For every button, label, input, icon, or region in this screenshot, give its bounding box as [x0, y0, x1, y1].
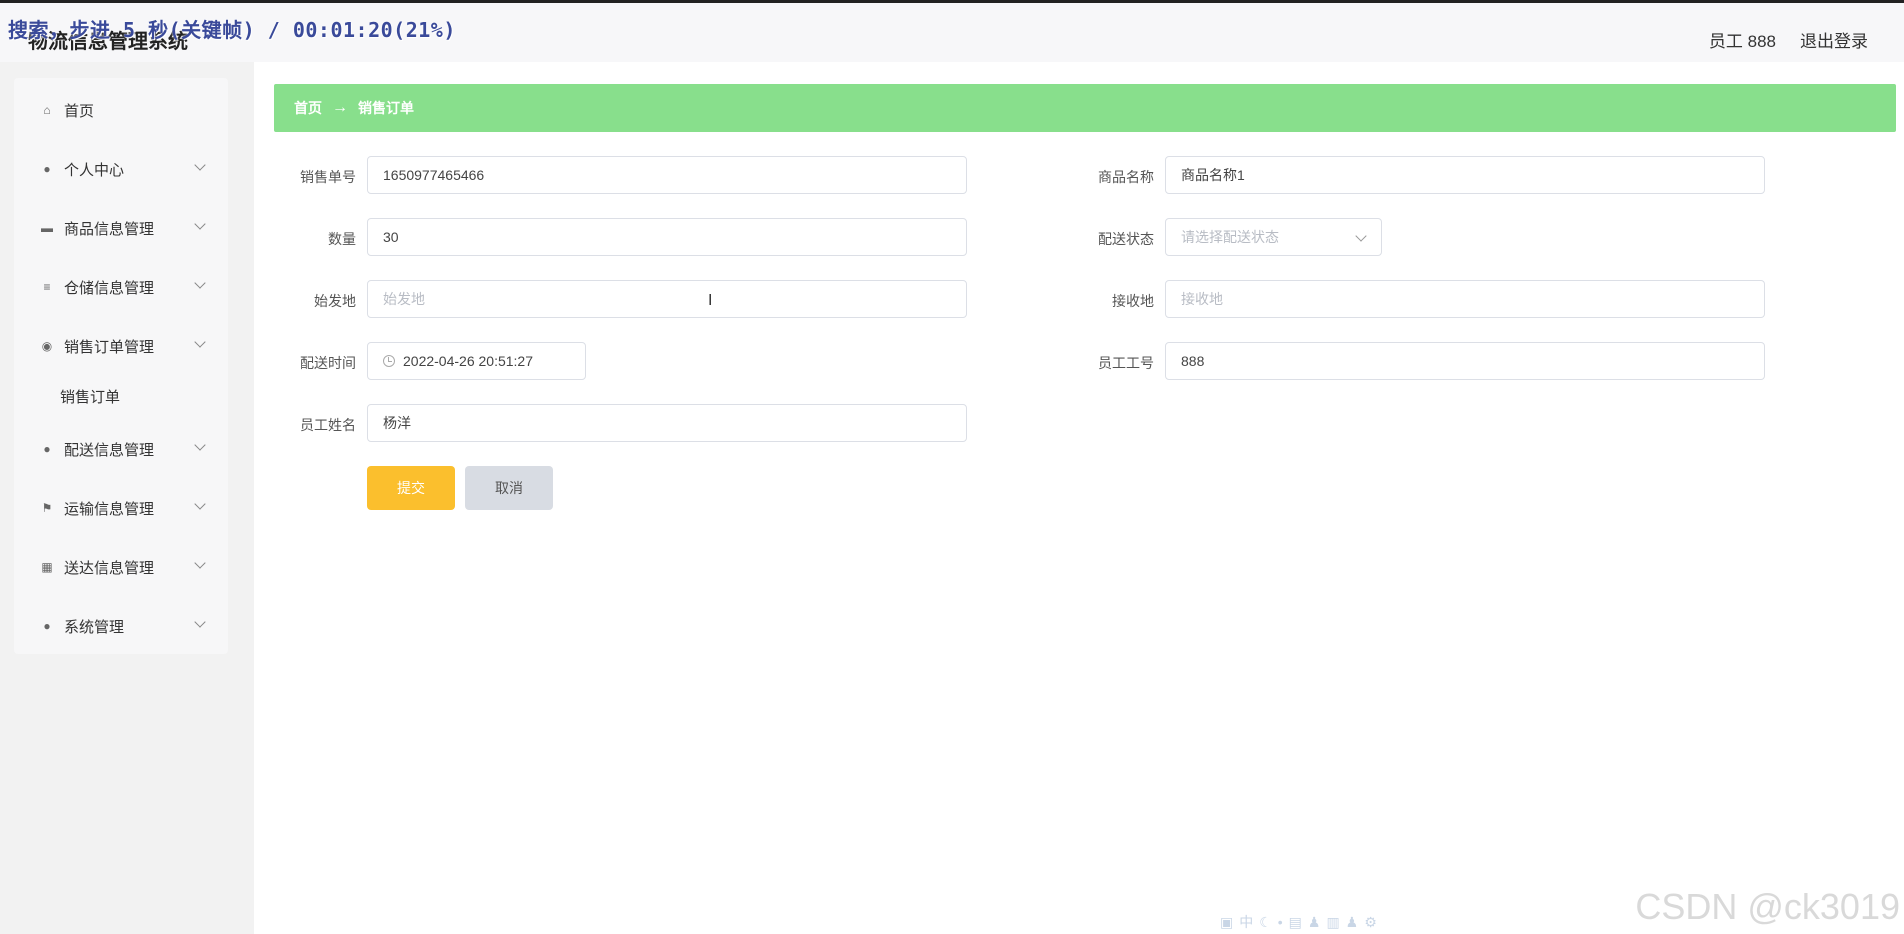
sidebar-item-label: 送达信息管理: [64, 559, 155, 577]
submit-button[interactable]: 提交: [367, 466, 455, 510]
home-icon: ⌂: [43, 103, 51, 117]
arrow-right-icon: →: [332, 99, 348, 116]
user-icon: ●: [43, 442, 51, 456]
clock-icon: [383, 355, 395, 367]
product-name-label: 商品名称: [1098, 169, 1154, 185]
employee-name-field[interactable]: 杨洋: [367, 404, 967, 442]
origin-label: 始发地: [314, 293, 356, 309]
breadcrumb: 首页 → 销售订单: [274, 84, 1896, 132]
top-bar: 物流信息管理系统 搜索，步进 5 秒(关键帧) / 00:01:20(21%) …: [0, 0, 1904, 62]
chevron-down-icon: [194, 439, 206, 451]
sidebar-item-label: 运输信息管理: [64, 500, 155, 518]
top-right-nav: 员工 888 退出登录: [1709, 27, 1868, 52]
text-cursor-icon: I: [708, 292, 713, 309]
chevron-down-icon: [194, 159, 206, 171]
sidebar-item-sales-orders[interactable]: ◉ 销售订单管理: [14, 324, 228, 368]
video-overlay-text: 搜索，步进 5 秒(关键帧) / 00:01:20(21%): [8, 18, 456, 42]
sidebar-item-transport[interactable]: ⚑ 运输信息管理: [14, 486, 228, 530]
sidebar-item-label: 商品信息管理: [64, 220, 155, 238]
destination-label: 接收地: [1112, 293, 1154, 309]
delivery-time-value: 2022-04-26 20:51:27: [403, 353, 533, 369]
sidebar-item-system[interactable]: ● 系统管理: [14, 604, 228, 648]
delivery-status-label: 配送状态: [1098, 231, 1154, 247]
grid-icon: ▦: [41, 560, 53, 574]
sidebar-item-label: 仓储信息管理: [64, 279, 155, 297]
chevron-down-icon: [194, 616, 206, 628]
cancel-button[interactable]: 取消: [465, 466, 553, 510]
chevron-down-icon: [1355, 230, 1367, 242]
delivery-status-placeholder: 请选择配送状态: [1181, 229, 1279, 245]
comment-icon: ▬: [41, 221, 53, 235]
user-icon: ●: [43, 162, 51, 176]
sidebar-item-home[interactable]: ⌂ 首页: [14, 88, 228, 132]
sidebar-item-warehouse[interactable]: ≡ 仓储信息管理: [14, 265, 228, 309]
order-no-field[interactable]: 1650977465466: [367, 156, 967, 194]
flag-icon: ⚑: [41, 501, 53, 515]
sidebar-item-delivery[interactable]: ● 配送信息管理: [14, 427, 228, 471]
breadcrumb-current: 销售订单: [358, 100, 414, 116]
order-no-label: 销售单号: [300, 169, 356, 185]
watermark: CSDN @ck3019: [1635, 886, 1900, 927]
sidebar-item-label: 配送信息管理: [64, 441, 155, 459]
sidebar-menu: ⌂ 首页 ● 个人中心 ▬ 商品信息管理 ≡ 仓储信息管理 ◉ 销售订单管理 销…: [14, 78, 228, 654]
chevron-down-icon: [194, 277, 206, 289]
chevron-down-icon: [194, 336, 206, 348]
quantity-field[interactable]: 30: [367, 218, 967, 256]
sliders-icon: ≡: [43, 280, 51, 294]
delivery-time-picker[interactable]: 2022-04-26 20:51:27: [367, 342, 586, 380]
breadcrumb-home[interactable]: 首页: [294, 98, 322, 118]
sidebar-item-label: 销售订单管理: [64, 338, 155, 356]
chevron-down-icon: [194, 218, 206, 230]
product-name-field[interactable]: 商品名称1: [1165, 156, 1765, 194]
sidebar-item-label: 个人中心: [64, 161, 125, 179]
logout-link[interactable]: 退出登录: [1800, 27, 1868, 52]
location-icon: ◉: [41, 339, 53, 353]
employee-name-label: 员工姓名: [300, 417, 356, 433]
sidebar-item-profile[interactable]: ● 个人中心: [14, 147, 228, 191]
submenu-item-sales-order[interactable]: 销售订单: [60, 386, 120, 407]
delivery-status-select[interactable]: 请选择配送状态: [1165, 218, 1382, 256]
user-icon: ●: [43, 619, 51, 633]
sidebar-item-products[interactable]: ▬ 商品信息管理: [14, 206, 228, 250]
ime-toolbar-icons: ▣中☾•▤♟▥♟⚙: [1220, 914, 1383, 930]
chevron-down-icon: [194, 498, 206, 510]
delivery-time-label: 配送时间: [300, 355, 356, 371]
sidebar-item-arrival[interactable]: ▦ 送达信息管理: [14, 545, 228, 589]
sidebar-item-label: 系统管理: [64, 618, 125, 636]
user-label: 员工 888: [1708, 32, 1776, 51]
chevron-down-icon: [194, 557, 206, 569]
sidebar: ⌂ 首页 ● 个人中心 ▬ 商品信息管理 ≡ 仓储信息管理 ◉ 销售订单管理 销…: [0, 62, 254, 934]
quantity-label: 数量: [328, 231, 356, 247]
employee-no-field[interactable]: 888: [1165, 342, 1765, 380]
origin-field[interactable]: 始发地: [367, 280, 967, 318]
main-content: 首页 → 销售订单 销售单号 1650977465466 商品名称 商品名称1 …: [254, 62, 1904, 934]
employee-no-label: 员工工号: [1098, 355, 1154, 371]
sidebar-item-label: 首页: [64, 102, 95, 120]
destination-field[interactable]: 接收地: [1165, 280, 1765, 318]
